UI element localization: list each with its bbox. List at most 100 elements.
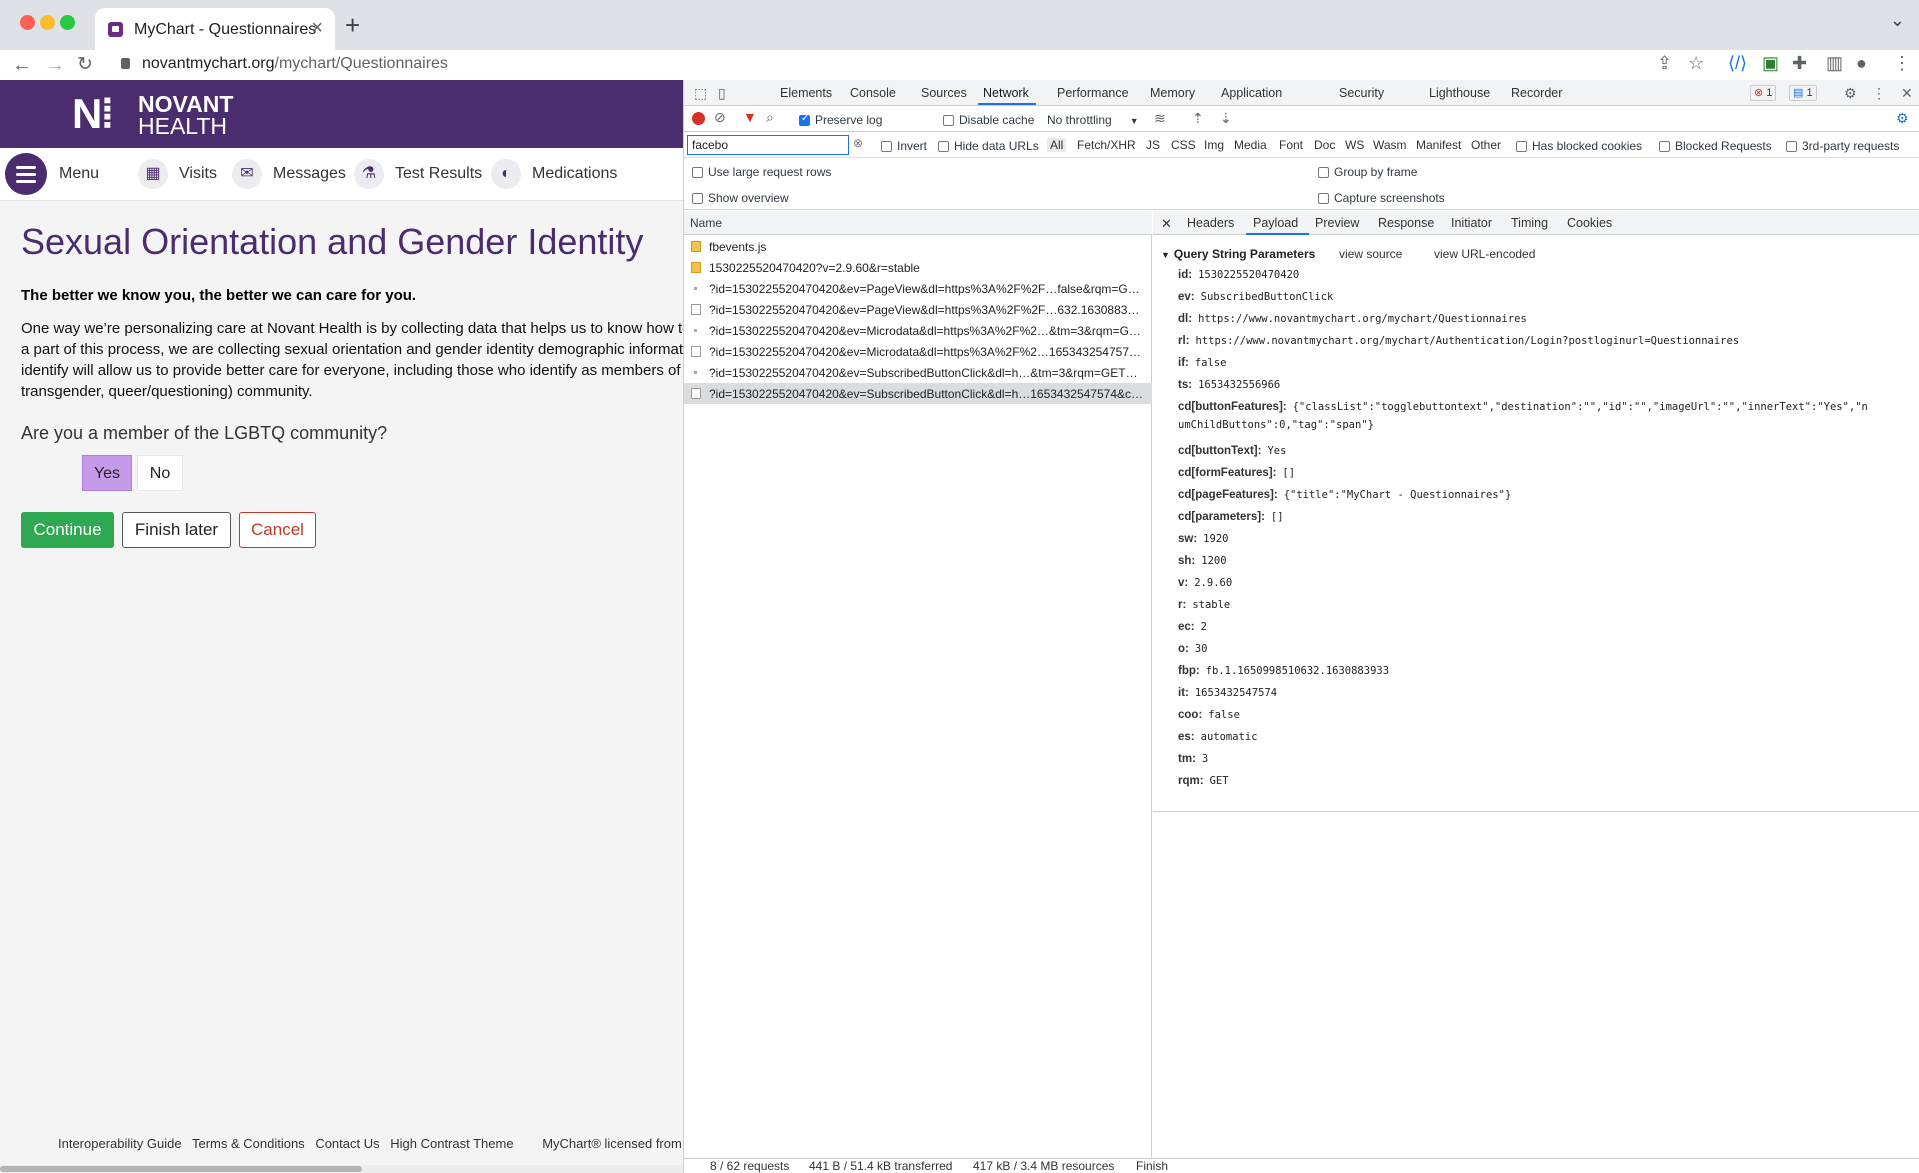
footer-link-contact[interactable]: Contact Us (315, 1136, 379, 1151)
back-arrow-icon[interactable]: ← (12, 50, 32, 80)
invert-checkbox[interactable]: Invert (881, 139, 927, 153)
menu-hamburger-icon[interactable] (5, 153, 47, 195)
extension-lock-icon[interactable]: ▣ (1762, 53, 1779, 74)
tab-timing[interactable]: Timing (1511, 216, 1548, 230)
error-count-badge[interactable]: ⊗ 1 (1750, 85, 1777, 101)
maximize-window-button[interactable] (60, 15, 75, 30)
reload-icon[interactable]: ↻ (77, 50, 93, 80)
view-url-encoded-link[interactable]: view URL-encoded (1434, 247, 1535, 261)
new-tab-icon[interactable]: + (345, 10, 360, 41)
tab-search-chevron-icon[interactable]: ⌄ (1890, 10, 1905, 31)
tab-console[interactable]: Console (850, 86, 896, 100)
no-toggle-button[interactable]: No (137, 455, 183, 491)
inspect-element-icon[interactable]: ⬚ (694, 85, 707, 102)
filter-funnel-icon[interactable]: ▼ (743, 109, 757, 125)
request-row[interactable]: ?id=1530225520470420&ev=PageView&dl=http… (684, 299, 1152, 320)
show-overview-checkbox[interactable]: Show overview (692, 191, 789, 205)
tab-response[interactable]: Response (1378, 216, 1434, 230)
message-count-badge[interactable]: ▤ 1 (1789, 85, 1817, 101)
view-source-link[interactable]: view source (1339, 247, 1402, 261)
close-tab-icon[interactable]: × (311, 17, 323, 40)
address-bar[interactable]: novantmychart.org/mychart/Questionnaires (108, 50, 1658, 80)
cancel-button[interactable]: Cancel (239, 512, 316, 548)
group-by-frame-checkbox[interactable]: Group by frame (1318, 165, 1417, 179)
third-party-requests-checkbox[interactable]: 3rd-party requests (1786, 139, 1899, 153)
footer-link-high-contrast[interactable]: High Contrast Theme (390, 1136, 513, 1151)
large-request-rows-checkbox[interactable]: Use large request rows (692, 165, 831, 179)
extension-code-icon[interactable]: ⟨/⟩ (1728, 53, 1747, 74)
type-filter-other[interactable]: Other (1471, 138, 1501, 152)
filter-input[interactable] (687, 135, 849, 155)
close-detail-icon[interactable]: ✕ (1161, 216, 1172, 232)
tab-recorder[interactable]: Recorder (1511, 86, 1562, 100)
horizontal-scrollbar[interactable] (0, 1165, 683, 1173)
minimize-window-button[interactable] (40, 15, 55, 30)
browser-tab[interactable]: MyChart - Questionnaires × (95, 8, 335, 50)
throttling-select[interactable]: No throttling ▼ (1047, 113, 1139, 127)
forward-arrow-icon[interactable]: → (45, 50, 65, 80)
type-filter-ws[interactable]: WS (1345, 138, 1364, 152)
tab-preview[interactable]: Preview (1315, 216, 1359, 230)
request-row-selected[interactable]: ?id=1530225520470420&ev=SubscribedButton… (684, 383, 1152, 404)
tab-memory[interactable]: Memory (1150, 86, 1195, 100)
request-row[interactable]: 1530225520470420?v=2.9.60&r=stable (684, 257, 1152, 278)
type-filter-doc[interactable]: Doc (1314, 138, 1335, 152)
tab-performance[interactable]: Performance (1057, 86, 1129, 100)
devtools-menu-icon[interactable]: ⋮ (1872, 85, 1886, 102)
request-row[interactable]: fbevents.js (684, 236, 1152, 257)
scrollbar-thumb[interactable] (0, 1166, 362, 1172)
request-row[interactable]: ?id=1530225520470420&ev=Microdata&dl=htt… (684, 341, 1152, 362)
type-filter-js[interactable]: JS (1146, 138, 1160, 152)
type-filter-font[interactable]: Font (1279, 138, 1303, 152)
bookmark-star-icon[interactable]: ☆ (1688, 53, 1704, 74)
network-settings-gear-icon[interactable]: ⚙ (1896, 110, 1909, 127)
footer-link-interoperability[interactable]: Interoperability Guide (58, 1136, 182, 1151)
search-icon[interactable]: ⌕ (766, 109, 774, 126)
tab-initiator[interactable]: Initiator (1451, 216, 1492, 230)
clear-filter-icon[interactable]: ⊗ (853, 136, 863, 150)
record-icon[interactable] (692, 112, 705, 125)
settings-gear-icon[interactable]: ⚙ (1844, 85, 1857, 102)
disable-cache-checkbox[interactable]: Disable cache (943, 113, 1034, 127)
share-icon[interactable]: ⇪ (1657, 53, 1672, 74)
close-devtools-icon[interactable]: ✕ (1901, 85, 1913, 102)
query-string-parameters-header[interactable]: ▼ Query String Parameters (1161, 247, 1315, 261)
profile-avatar-icon[interactable]: ● (1856, 53, 1867, 74)
type-filter-media[interactable]: Media (1234, 138, 1267, 152)
close-window-button[interactable] (20, 15, 35, 30)
yes-toggle-button[interactable]: Yes (82, 455, 132, 491)
export-har-icon[interactable]: ⇣ (1220, 110, 1232, 127)
type-filter-all[interactable]: All (1047, 138, 1067, 152)
capture-screenshots-checkbox[interactable]: Capture screenshots (1318, 191, 1445, 205)
hide-data-urls-checkbox[interactable]: Hide data URLs (938, 139, 1039, 153)
request-row[interactable]: ?id=1530225520470420&ev=PageView&dl=http… (684, 278, 1152, 299)
type-filter-css[interactable]: CSS (1171, 138, 1196, 152)
side-panel-icon[interactable]: ▥ (1826, 53, 1843, 74)
blocked-requests-checkbox[interactable]: Blocked Requests (1659, 139, 1772, 153)
has-blocked-cookies-checkbox[interactable]: Has blocked cookies (1516, 139, 1642, 153)
tab-cookies[interactable]: Cookies (1567, 216, 1612, 230)
request-row[interactable]: ?id=1530225520470420&ev=SubscribedButton… (684, 362, 1152, 383)
extensions-puzzle-icon[interactable]: ✚ (1792, 53, 1807, 74)
device-toolbar-icon[interactable]: ▯ (718, 85, 726, 102)
clear-icon[interactable]: ⊘ (714, 109, 726, 126)
import-har-icon[interactable]: ⇡ (1192, 110, 1204, 127)
tab-lighthouse[interactable]: Lighthouse (1429, 86, 1490, 100)
type-filter-manifest[interactable]: Manifest (1416, 138, 1461, 152)
preserve-log-checkbox[interactable]: Preserve log (799, 113, 882, 127)
tab-sources[interactable]: Sources (921, 86, 967, 100)
request-row[interactable]: ?id=1530225520470420&ev=Microdata&dl=htt… (684, 320, 1152, 341)
continue-button[interactable]: Continue (21, 512, 114, 548)
tab-security[interactable]: Security (1339, 86, 1384, 100)
name-column-header[interactable]: Name (684, 211, 1152, 235)
browser-menu-icon[interactable]: ⋮ (1893, 53, 1911, 74)
tab-network[interactable]: Network (983, 86, 1029, 100)
type-filter-img[interactable]: Img (1204, 138, 1224, 152)
tab-headers[interactable]: Headers (1187, 216, 1234, 230)
finish-later-button[interactable]: Finish later (122, 512, 231, 548)
tab-application[interactable]: Application (1221, 86, 1282, 100)
tab-payload[interactable]: Payload (1253, 216, 1298, 230)
footer-link-terms[interactable]: Terms & Conditions (192, 1136, 305, 1151)
type-filter-wasm[interactable]: Wasm (1373, 138, 1407, 152)
tab-elements[interactable]: Elements (780, 86, 832, 100)
